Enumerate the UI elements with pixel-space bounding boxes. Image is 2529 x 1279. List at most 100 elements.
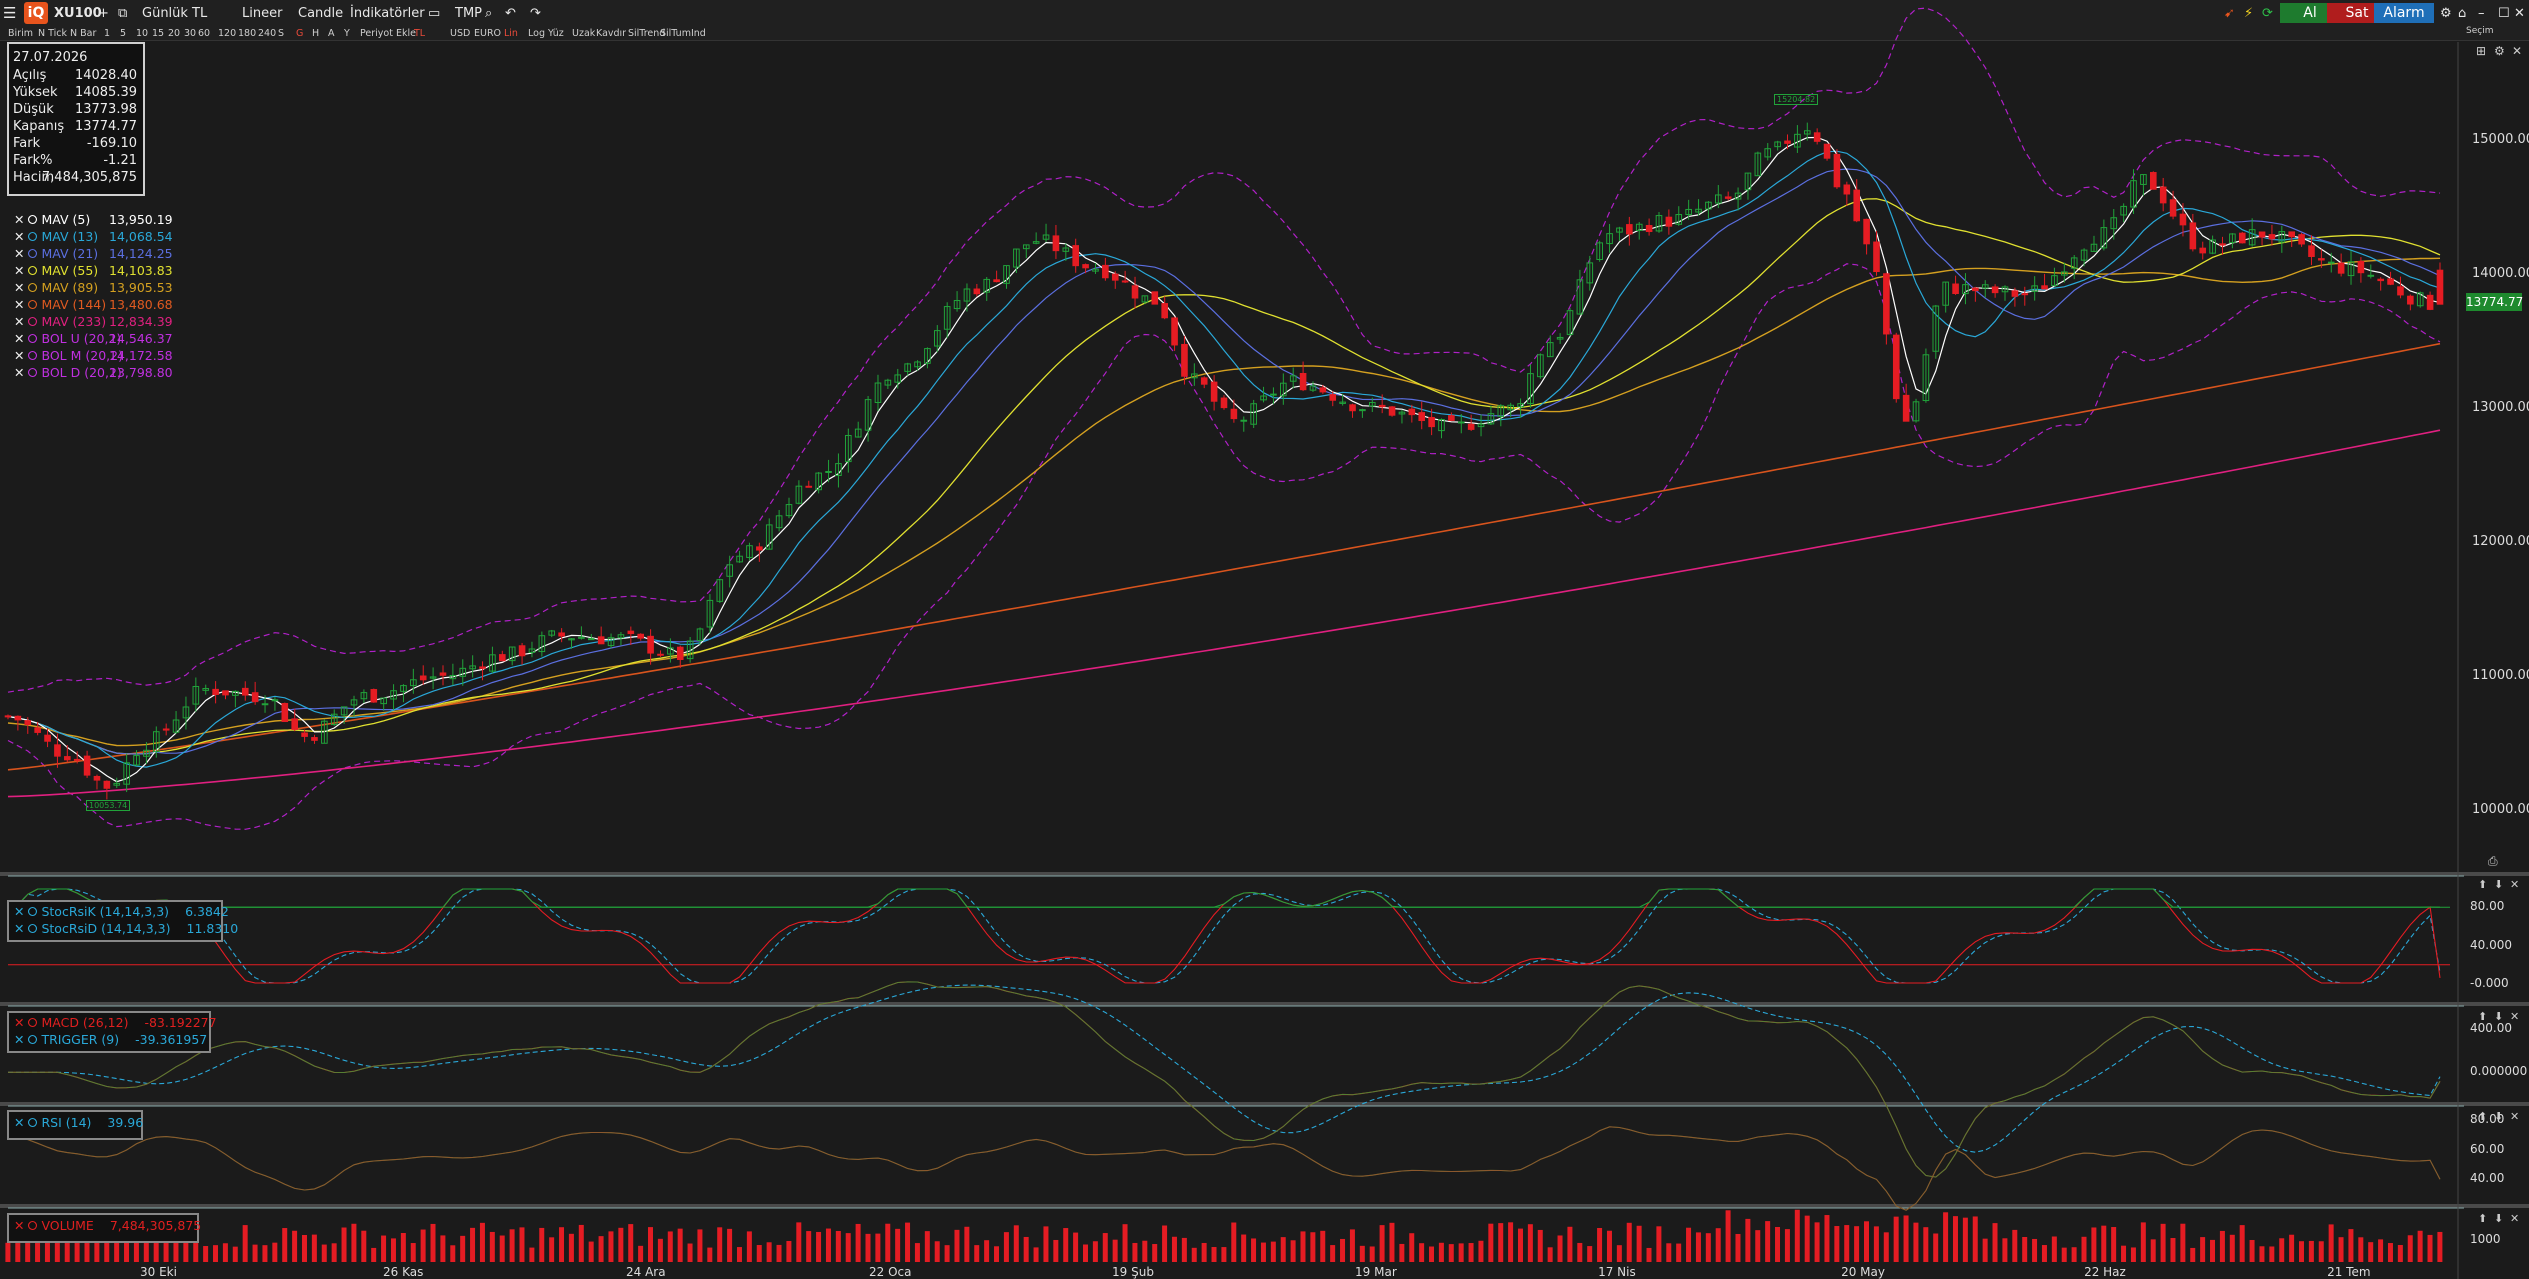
candle-body[interactable] (1833, 153, 1841, 188)
panel-divider[interactable] (0, 872, 2529, 876)
candle-body[interactable] (637, 633, 645, 639)
candle-body[interactable] (1418, 412, 1426, 422)
candle-body[interactable] (2357, 260, 2365, 274)
candle-body[interactable] (647, 635, 654, 654)
panel-divider[interactable] (0, 1204, 2529, 1208)
visibility-icon[interactable]: ⭘ (27, 348, 41, 363)
candle-body[interactable] (271, 699, 279, 702)
visibility-icon[interactable]: ⭘ (27, 1032, 41, 1047)
candle-body[interactable] (1072, 245, 1080, 267)
candle-body[interactable] (2199, 247, 2207, 254)
period-option[interactable]: 180 (238, 28, 256, 39)
visibility-icon[interactable]: ⭘ (27, 297, 41, 312)
period-option[interactable]: Birim (8, 28, 33, 39)
screenshot-icon[interactable]: ⎙ (2488, 854, 2498, 869)
candle-body[interactable] (1902, 394, 1910, 422)
period-option[interactable]: SilTumInd (660, 28, 706, 39)
candle-body[interactable] (1467, 423, 1475, 430)
visibility-icon[interactable]: ⭘ (27, 904, 41, 919)
candle-body[interactable] (1220, 397, 1228, 409)
visibility-icon[interactable]: ⭘ (27, 1115, 41, 1130)
indicator-legend-item[interactable]: ✕ ⭘ BOL M (20,2) 14,172.58 (14, 348, 173, 364)
candle-body[interactable] (1121, 280, 1129, 283)
candle-body[interactable] (2268, 234, 2276, 240)
candle-body[interactable] (597, 636, 605, 645)
visibility-icon[interactable]: ⭘ (27, 314, 41, 329)
candle-body[interactable] (1883, 273, 1890, 335)
period-option[interactable]: Periyot Ekle (360, 28, 416, 39)
candle-body[interactable] (2179, 213, 2187, 226)
remove-indicator-icon[interactable]: ✕ (14, 904, 24, 919)
candle-body[interactable] (1428, 417, 1435, 428)
indicator-legend-item[interactable]: ✕ ⭘ MAV (144) 13,480.68 (14, 297, 173, 313)
candle-body[interactable] (1102, 264, 1109, 279)
candle-body[interactable] (1378, 404, 1386, 408)
chart-settings-icon[interactable]: ⚙ (2494, 44, 2505, 58)
remove-indicator-icon[interactable]: ✕ (14, 297, 24, 312)
candle-body[interactable] (1863, 218, 1870, 245)
indicator-legend-item[interactable]: ✕ ⭘ MAV (233) 12,834.39 (14, 314, 173, 330)
period-option[interactable]: Yüz (548, 28, 564, 39)
candle-body[interactable] (1813, 132, 1821, 142)
candle-body[interactable] (2258, 231, 2266, 238)
candle-body[interactable] (2397, 286, 2404, 296)
visibility-icon[interactable]: ⭘ (27, 1218, 41, 1233)
indicator-legend-item[interactable]: ✕ ⭘ MACD (26,12) -83.192277 (14, 1015, 217, 1031)
candle-body[interactable] (93, 775, 101, 781)
period-option[interactable]: Y (344, 28, 350, 39)
period-option[interactable]: USD (450, 28, 470, 39)
candle-body[interactable] (281, 703, 289, 723)
indicator-legend-item[interactable]: ✕ ⭘ RSI (14) 39.96 (14, 1115, 143, 1131)
candle-body[interactable] (1210, 381, 1218, 402)
move-down-icon[interactable]: ⬇ (2494, 1010, 2503, 1023)
period-option[interactable]: S (278, 28, 284, 39)
remove-indicator-icon[interactable]: ✕ (14, 229, 24, 244)
candle-body[interactable] (2318, 258, 2325, 261)
candle-body[interactable] (1626, 224, 1633, 235)
visibility-icon[interactable]: ⭘ (27, 331, 41, 346)
period-option[interactable]: A (328, 28, 335, 39)
candle-body[interactable] (499, 654, 506, 662)
candle-body[interactable] (518, 645, 526, 657)
candle-body[interactable] (83, 755, 91, 776)
main-chart-plot[interactable] (4, 7, 2444, 830)
candle-body[interactable] (479, 666, 486, 669)
indicator-legend-item[interactable]: ✕ ⭘ BOL D (20,2) 13,798.80 (14, 365, 173, 381)
candle-body[interactable] (1319, 387, 1327, 393)
period-option[interactable]: 20 (168, 28, 180, 39)
remove-indicator-icon[interactable]: ✕ (14, 331, 24, 346)
close-chart-icon[interactable]: ✕ (2512, 44, 2522, 58)
period-option[interactable]: Kavdır (596, 28, 626, 39)
remove-indicator-icon[interactable]: ✕ (14, 365, 24, 380)
candle-body[interactable] (1645, 225, 1653, 233)
remove-indicator-icon[interactable]: ✕ (14, 1015, 24, 1030)
candle-body[interactable] (1111, 273, 1119, 281)
indicator-legend-item[interactable]: ✕ ⭘ VOLUME 7,484,305,875 (14, 1218, 201, 1234)
remove-indicator-icon[interactable]: ✕ (14, 1218, 24, 1233)
remove-indicator-icon[interactable]: ✕ (14, 263, 24, 278)
remove-indicator-icon[interactable]: ✕ (14, 1115, 24, 1130)
indicator-legend-item[interactable]: ✕ ⭘ MAV (5) 13,950.19 (14, 212, 173, 228)
period-option[interactable]: Log (528, 28, 545, 39)
candle-body[interactable] (2426, 294, 2434, 310)
candle-body[interactable] (1200, 377, 1208, 385)
indicator-legend-item[interactable]: ✕ ⭘ MAV (55) 14,103.83 (14, 263, 173, 279)
remove-indicator-icon[interactable]: ✕ (14, 246, 24, 261)
candle-body[interactable] (1823, 143, 1831, 159)
candle-body[interactable] (311, 737, 318, 741)
candle-body[interactable] (44, 734, 51, 742)
candle-body[interactable] (2041, 285, 2048, 290)
close-panel-icon[interactable]: ✕ (2510, 878, 2519, 891)
candle-body[interactable] (973, 288, 981, 295)
indicator-legend-item[interactable]: ✕ ⭘ BOL U (20,2) 14,546.37 (14, 331, 173, 347)
candle-body[interactable] (2189, 222, 2197, 250)
period-option[interactable]: 60 (198, 28, 210, 39)
move-up-icon[interactable]: ⬆ (2478, 1212, 2487, 1225)
visibility-icon[interactable]: ⭘ (27, 263, 41, 278)
candle-body[interactable] (1972, 287, 1979, 292)
visibility-icon[interactable]: ⭘ (27, 229, 41, 244)
candle-body[interactable] (2327, 261, 2335, 264)
candle-body[interactable] (1299, 372, 1307, 391)
visibility-icon[interactable]: ⭘ (27, 246, 41, 261)
candle-body[interactable] (627, 630, 635, 635)
